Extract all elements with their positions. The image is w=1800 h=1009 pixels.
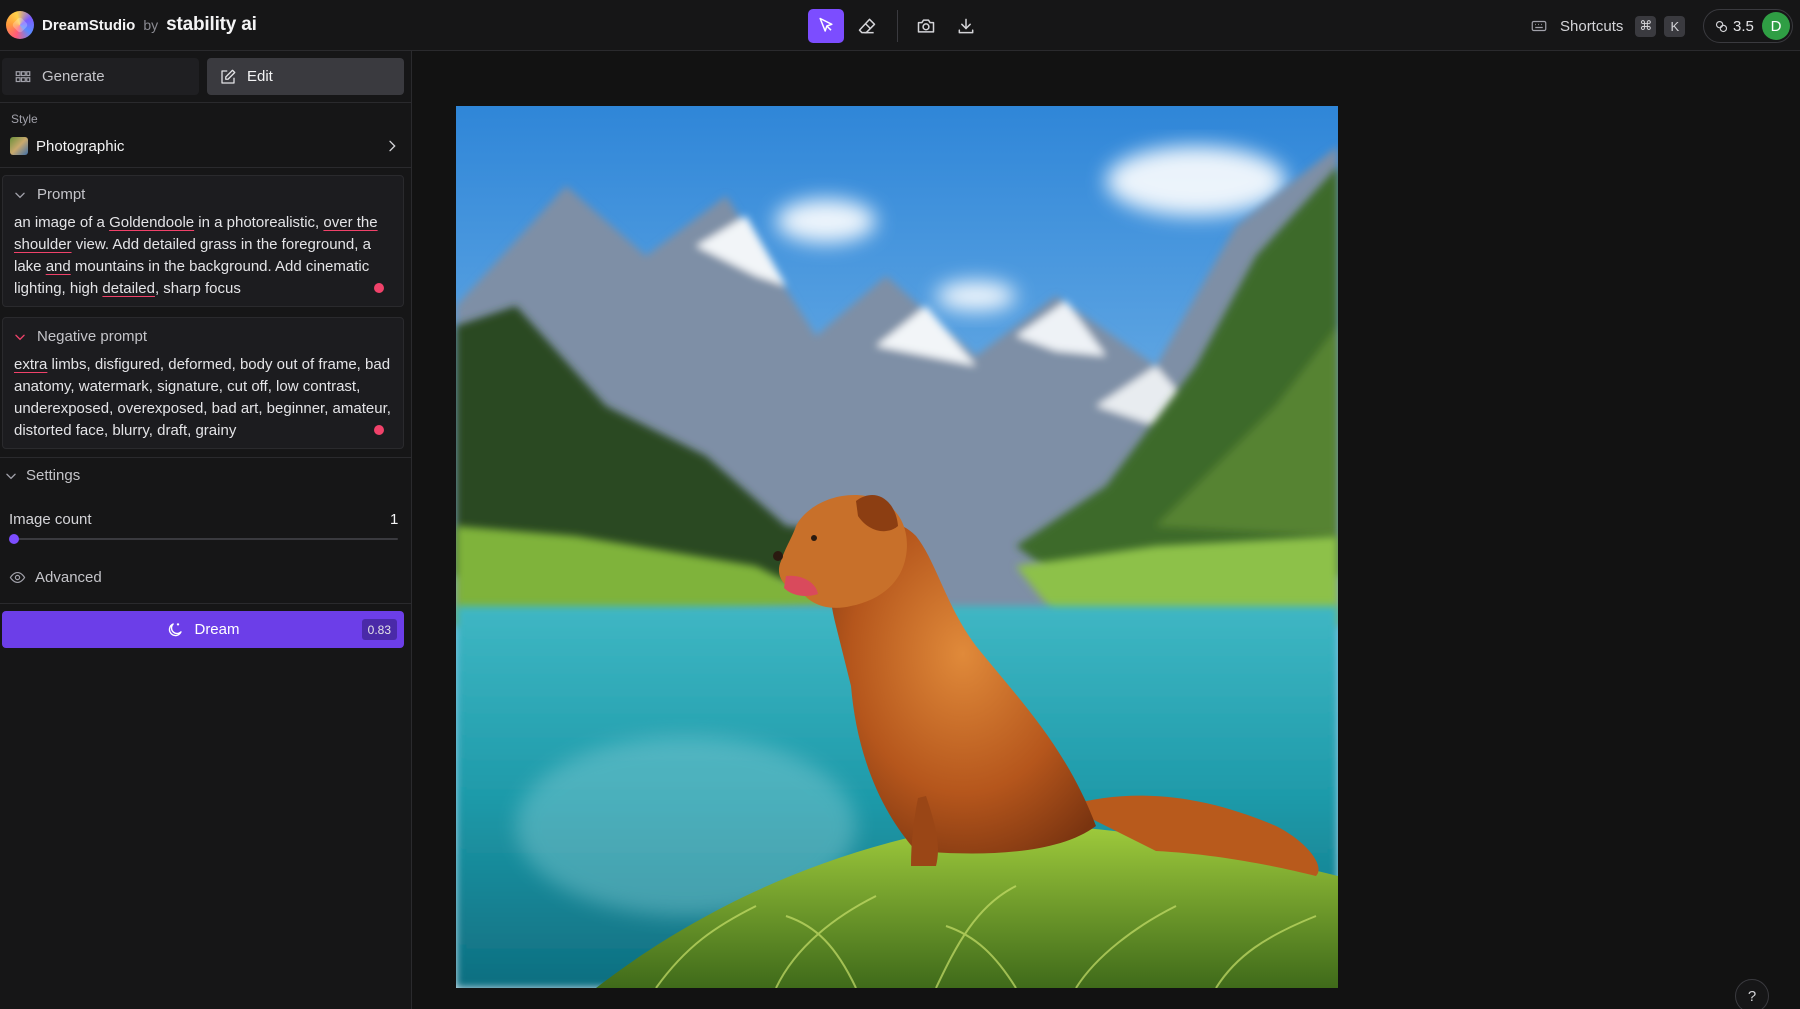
camera-icon [917, 19, 935, 33]
chevron-down-icon [15, 192, 25, 198]
credits-badge[interactable]: 3.5 D [1703, 9, 1793, 43]
toolbar-divider [897, 10, 898, 42]
advanced-toggle[interactable]: Advanced [9, 569, 102, 586]
snapshot-button[interactable] [908, 9, 944, 43]
negative-prompt-text: limbs, disfigured, deformed, body out of… [14, 356, 391, 439]
spelling-flag: detailed [102, 280, 155, 297]
negative-prompt-input[interactable]: extra limbs, disfigured, deformed, body … [14, 354, 396, 442]
select-tool-button[interactable] [808, 9, 844, 43]
app-name: DreamStudio [42, 16, 136, 34]
dream-label: Dream [194, 621, 240, 638]
credits-value: 3.5 [1733, 17, 1754, 35]
company-name: stability ai [166, 14, 257, 35]
chevron-down-icon [15, 334, 25, 340]
canvas-area[interactable]: ? [413, 51, 1800, 1009]
prompt-label: Prompt [37, 186, 86, 203]
mode-tabs: Generate Edit [2, 58, 404, 95]
grammar-indicator[interactable] [374, 425, 384, 435]
top-bar: DreamStudio by stability ai Shortcuts ⌘ … [0, 0, 1800, 51]
negative-prompt-toggle[interactable]: Negative prompt [13, 328, 147, 345]
prompt-text: in a photorealistic, [194, 214, 324, 231]
settings-label: Settings [26, 467, 81, 484]
image-count-label: Image count [9, 511, 92, 528]
credits-icon [1715, 20, 1728, 32]
style-value: Photographic [36, 137, 125, 155]
command-key-badge: ⌘ [1635, 15, 1657, 37]
edit-icon [221, 69, 236, 84]
sidebar-divider [0, 167, 411, 168]
tab-generate-label: Generate [42, 68, 105, 85]
negative-prompt-panel: Negative prompt extra limbs, disfigured,… [2, 317, 404, 449]
spelling-flag: extra [14, 356, 48, 373]
sidebar-divider [0, 603, 411, 604]
advanced-label: Advanced [35, 569, 102, 586]
moon-icon [169, 622, 183, 636]
prompt-panel: Prompt an image of a Goldendoole in a ph… [2, 175, 404, 307]
keyboard-icon [1530, 17, 1548, 35]
dream-button[interactable]: Dream 0.83 [2, 611, 404, 648]
settings-toggle[interactable]: Settings [4, 467, 80, 484]
brand[interactable]: DreamStudio by stability ai [6, 10, 257, 40]
chevron-down-icon [6, 473, 16, 479]
app-by: by [143, 17, 159, 33]
dream-cost-badge: 0.83 [361, 619, 397, 640]
tab-edit-label: Edit [247, 68, 273, 85]
download-icon [958, 18, 974, 34]
prompt-input[interactable]: an image of a Goldendoole in a photoreal… [14, 212, 396, 300]
sidebar-divider [0, 102, 411, 103]
eraser-tool-button[interactable] [849, 9, 885, 43]
prompt-text: , sharp focus [154, 280, 241, 297]
eye-icon [9, 571, 26, 584]
help-button[interactable]: ? [1735, 979, 1769, 1009]
avatar[interactable]: D [1762, 12, 1790, 40]
tab-edit[interactable]: Edit [207, 58, 404, 95]
spelling-flag: Goldendoole [109, 214, 195, 231]
image-count-value: 1 [390, 511, 399, 528]
negative-prompt-label: Negative prompt [37, 328, 148, 345]
dog-lake-mountains-image [456, 106, 1338, 988]
slider-handle[interactable] [9, 534, 19, 544]
k-key-badge: K [1664, 15, 1686, 37]
sidebar-divider [0, 457, 411, 458]
cursor-icon [819, 17, 833, 32]
tab-generate[interactable]: Generate [2, 58, 199, 95]
prompt-text: an image of a [14, 214, 110, 231]
sidebar: Generate Edit Style Photographic Prompt … [0, 51, 412, 1009]
download-button[interactable] [948, 9, 984, 43]
dreamstudio-logo-icon [6, 11, 34, 39]
style-selector[interactable]: Photographic [10, 133, 400, 159]
style-label: Style [11, 112, 38, 126]
shortcuts-button[interactable]: Shortcuts ⌘ K [1530, 12, 1686, 40]
spelling-flag: and [45, 258, 71, 275]
prompt-toggle[interactable]: Prompt [13, 186, 85, 203]
generated-image[interactable] [456, 106, 1338, 988]
grid-icon [15, 70, 31, 82]
image-count-slider[interactable] [9, 534, 398, 544]
chevron-right-icon [389, 140, 396, 152]
eraser-icon [858, 18, 876, 34]
style-thumbnail [10, 137, 28, 155]
shortcuts-label: Shortcuts [1560, 17, 1624, 35]
grammar-indicator[interactable] [374, 283, 384, 293]
